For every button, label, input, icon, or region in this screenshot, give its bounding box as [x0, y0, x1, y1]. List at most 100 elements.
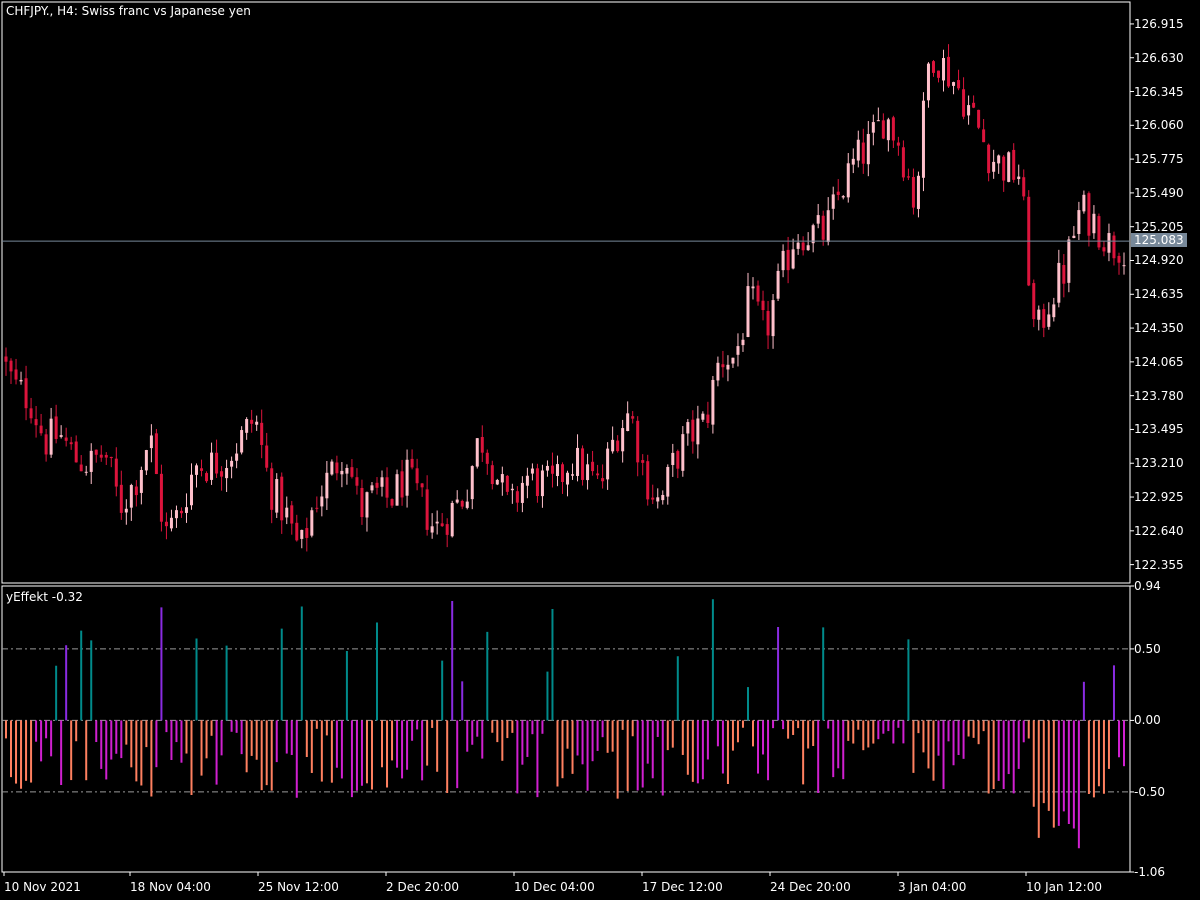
candle-body [611, 439, 615, 452]
candle-body [400, 471, 404, 498]
candle-body [801, 242, 805, 251]
candle-body [1102, 247, 1106, 252]
candle-body [320, 496, 324, 507]
candle-body [335, 462, 339, 474]
candle-body [560, 464, 564, 482]
price-tick-label: 124.350 [1134, 321, 1184, 336]
candle-body [781, 250, 785, 271]
candle-body [952, 82, 956, 86]
candle-body [841, 196, 845, 198]
indicator-tick-label: 0.00 [1134, 713, 1161, 728]
candle-body [490, 465, 494, 485]
candle-body [295, 522, 299, 541]
candle-body [360, 487, 364, 518]
candle-body [64, 437, 68, 441]
candle-body [1012, 149, 1016, 180]
price-tick-label: 123.780 [1134, 388, 1184, 403]
candle-body [149, 435, 153, 449]
candle-body [661, 494, 665, 501]
time-tick-label: 18 Nov 04:00 [130, 880, 211, 894]
candle-body [846, 163, 850, 198]
candle-body [34, 419, 38, 426]
candle-body [1072, 235, 1076, 238]
candle-body [826, 210, 830, 243]
candle-body [916, 175, 920, 209]
candle-body [119, 484, 123, 513]
candle-body [1002, 156, 1006, 181]
candle-body [174, 510, 178, 519]
candle-body [691, 419, 695, 442]
candle-body [1017, 176, 1021, 180]
candle-body [761, 300, 765, 311]
current-price-label: 125.083 [1131, 233, 1187, 247]
main-chart-frame [1, 1, 1131, 584]
candle-body [550, 465, 554, 474]
indicator-tick-label: 0.50 [1134, 641, 1161, 656]
candle-body [205, 473, 209, 482]
candle-body [741, 339, 745, 346]
candle-body [586, 464, 590, 481]
candle-body [591, 461, 595, 472]
candle-body [485, 452, 489, 464]
candle-body [19, 379, 23, 382]
chart-canvas[interactable] [0, 0, 1200, 900]
price-tick-label: 122.355 [1134, 557, 1184, 572]
candle-body [1037, 309, 1041, 320]
candle-body [225, 468, 229, 479]
candle-body [220, 471, 224, 477]
candle-body [89, 450, 93, 472]
candle-body [816, 215, 820, 224]
candle-body [921, 100, 925, 178]
candle-body [666, 466, 670, 497]
candle-body [210, 452, 214, 480]
candle-body [901, 147, 905, 178]
candle-body [711, 379, 715, 425]
candle-body [716, 362, 720, 381]
candle-body [144, 450, 148, 471]
time-tick-label: 25 Nov 12:00 [258, 880, 339, 894]
candle-body [405, 459, 409, 496]
candle-body [641, 460, 645, 463]
candle-body [821, 215, 825, 240]
candle-body [596, 473, 600, 476]
candle-body [947, 56, 951, 87]
candle-body [315, 507, 319, 509]
candle-body [235, 453, 239, 461]
candle-body [1107, 233, 1111, 253]
candle-body [124, 508, 128, 513]
candle-body [184, 507, 188, 513]
candle-body [1042, 309, 1046, 328]
candle-body [621, 428, 625, 452]
candle-body [942, 58, 946, 81]
candle-body [746, 286, 750, 337]
candle-body [1022, 177, 1026, 197]
candle-body [911, 177, 915, 208]
candle-body [967, 105, 971, 116]
candle-body [651, 497, 655, 500]
candle-body [1057, 262, 1061, 303]
candle-body [736, 346, 740, 355]
candle-body [681, 434, 685, 471]
candle-body [84, 471, 88, 473]
candle-body [355, 477, 359, 486]
candle-body [4, 356, 8, 362]
candle-body [671, 452, 675, 465]
candle-body [345, 467, 349, 474]
candle-body [962, 89, 966, 117]
candle-body [69, 442, 73, 445]
candle-body [555, 464, 559, 477]
candle-body [876, 120, 880, 122]
candle-body [1122, 265, 1126, 267]
chart-window[interactable]: CHFJPY., H4: Swiss franc vs Japanese yen… [0, 0, 1200, 900]
candle-body [535, 468, 539, 497]
candle-body [982, 129, 986, 143]
candle-body [520, 482, 524, 503]
candle-body [726, 364, 730, 370]
time-tick-label: 3 Jan 04:00 [898, 880, 967, 894]
candle-body [410, 458, 414, 468]
candle-body [370, 485, 374, 491]
candle-body [139, 469, 143, 493]
candle-body [957, 80, 961, 89]
candle-body [435, 521, 439, 524]
candle-body [350, 467, 354, 477]
